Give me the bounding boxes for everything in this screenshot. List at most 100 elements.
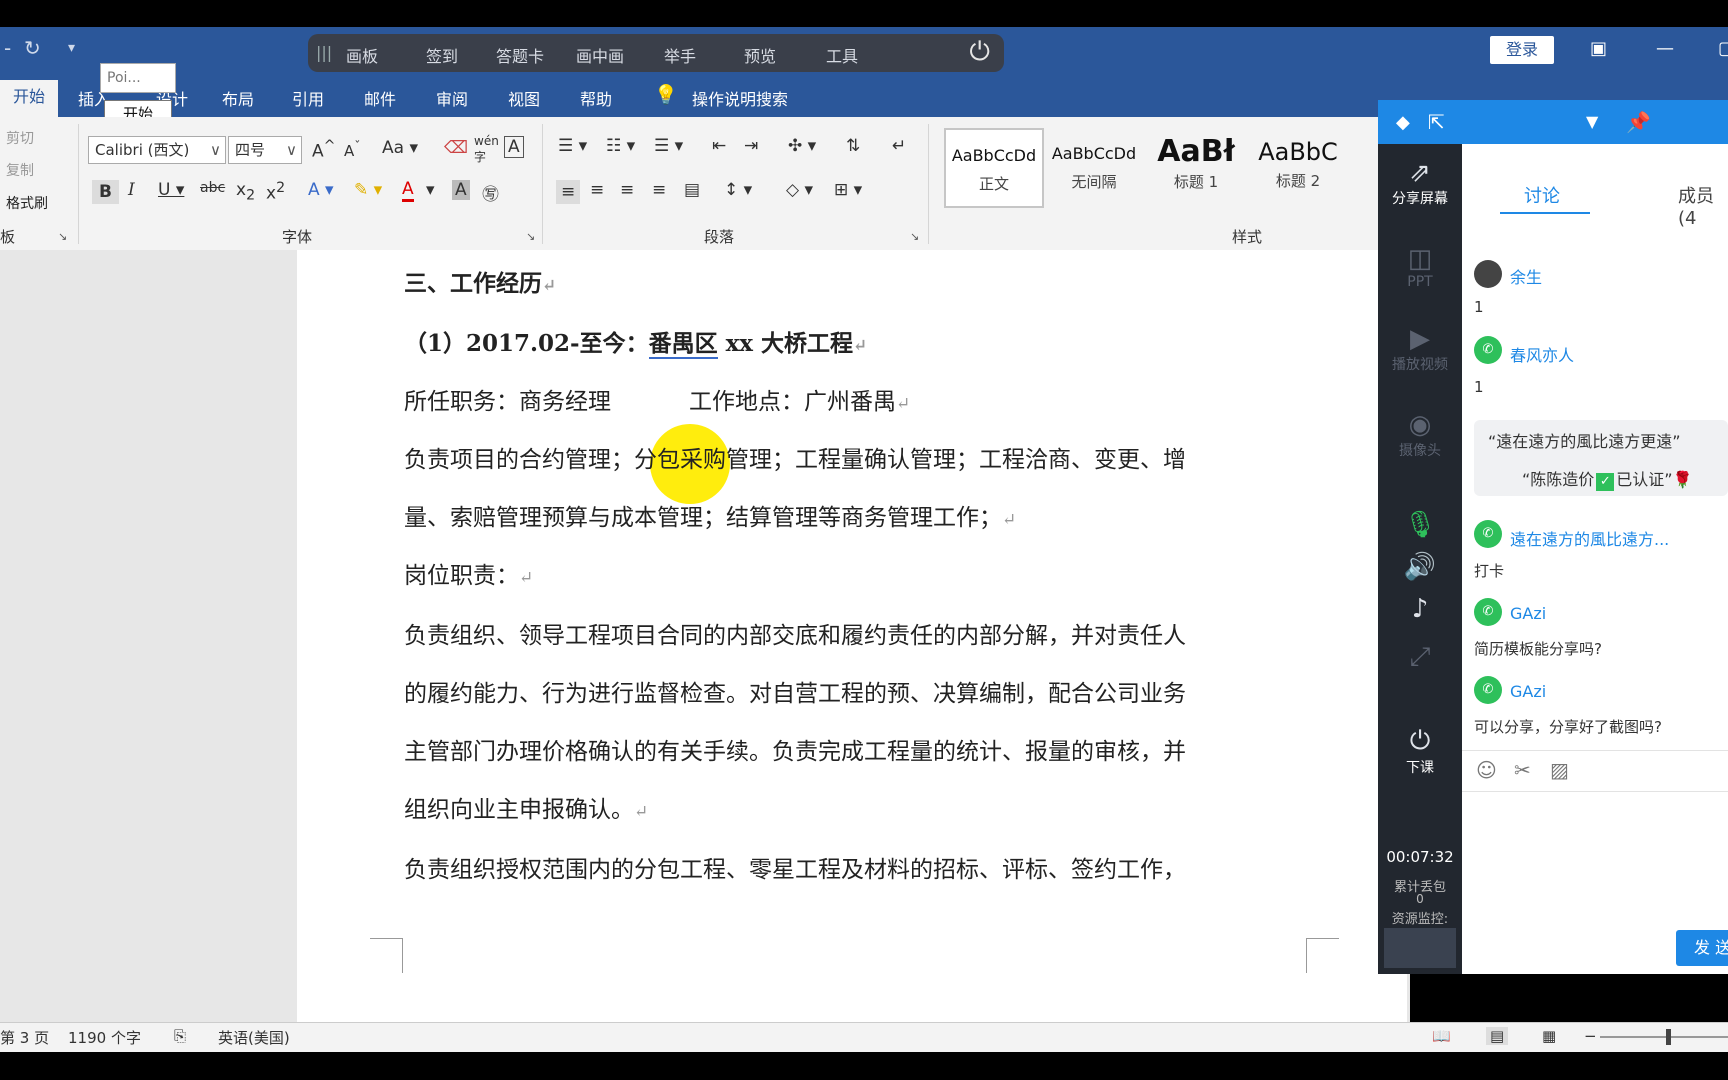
- tab-home[interactable]: 开始: [0, 80, 58, 117]
- share-screen-button[interactable]: ⇗ 分享屏幕: [1378, 158, 1462, 208]
- bold-icon[interactable]: B: [92, 180, 119, 204]
- chat-input[interactable]: [1462, 792, 1728, 922]
- style-no-spacing[interactable]: AaBbCcDd 无间隔: [1046, 128, 1142, 204]
- chinese-layout-icon[interactable]: ✣ ▾: [788, 136, 816, 156]
- justify-icon[interactable]: ≡: [652, 180, 666, 200]
- clear-formatting-icon[interactable]: ⌫: [444, 138, 468, 158]
- chat-sender[interactable]: 余生: [1510, 264, 1542, 288]
- scissors-icon[interactable]: ✂: [1514, 758, 1531, 782]
- line-spacing-icon[interactable]: ↕ ▾: [724, 180, 752, 200]
- text-effects-icon[interactable]: A ▾: [308, 180, 334, 200]
- emoji-icon[interactable]: ☺: [1476, 758, 1497, 782]
- phonetic-guide-icon[interactable]: wén 字: [474, 134, 499, 165]
- tool-drawing-board[interactable]: 画板: [346, 43, 378, 67]
- proofing-icon[interactable]: ⎘: [174, 1027, 186, 1045]
- bullets-icon[interactable]: ☰ ▾: [558, 136, 587, 156]
- fullscreen-button[interactable]: ⤢: [1378, 642, 1462, 673]
- tool-picture-in-picture[interactable]: 画中画: [576, 43, 624, 67]
- tab-help[interactable]: 帮助: [580, 86, 612, 110]
- tab-view[interactable]: 视图: [508, 86, 540, 110]
- print-layout-icon[interactable]: ▤: [1486, 1027, 1509, 1045]
- microphone-button[interactable]: 🎙: [1378, 510, 1462, 540]
- ppt-button[interactable]: ◫ PPT: [1378, 244, 1462, 290]
- chat-sender[interactable]: 遠在遠方的風比遠方...: [1510, 526, 1669, 550]
- align-center-icon[interactable]: ≡: [590, 180, 604, 200]
- shading-icon[interactable]: ◇ ▾: [786, 180, 813, 200]
- highlight-color-icon[interactable]: ✎ ▾: [354, 180, 382, 200]
- borders-icon[interactable]: ⊞ ▾: [834, 180, 862, 200]
- popout-icon[interactable]: ⇱: [1428, 110, 1445, 134]
- increase-indent-icon[interactable]: ⇥: [744, 136, 758, 156]
- chat-sender[interactable]: GAzi: [1510, 604, 1546, 623]
- italic-icon[interactable]: I: [128, 180, 135, 200]
- send-button[interactable]: 发 送: [1676, 930, 1728, 966]
- tab-members[interactable]: 成员(4: [1678, 182, 1728, 229]
- copy-button[interactable]: 复制: [6, 160, 34, 180]
- numbering-icon[interactable]: ☷ ▾: [606, 136, 635, 156]
- decrease-indent-icon[interactable]: ⇤: [712, 136, 726, 156]
- image-icon[interactable]: ▨: [1550, 758, 1569, 782]
- word-count[interactable]: 1190 个字: [68, 1027, 141, 1048]
- zoom-slider-thumb[interactable]: [1666, 1029, 1671, 1045]
- minus-icon[interactable]: -: [4, 36, 11, 60]
- strikethrough-icon[interactable]: abc: [200, 180, 225, 196]
- sort-icon[interactable]: ⇅: [846, 136, 860, 156]
- tab-layout[interactable]: 布局: [222, 86, 254, 110]
- cut-button[interactable]: 剪切: [6, 128, 34, 148]
- tool-preview[interactable]: 预览: [744, 43, 776, 67]
- web-layout-icon[interactable]: ▦: [1542, 1027, 1556, 1045]
- tool-tools[interactable]: 工具: [826, 43, 858, 67]
- font-color-dropdown-icon[interactable]: ▾: [426, 180, 435, 200]
- shrink-font-icon[interactable]: Aˇ: [344, 138, 361, 160]
- tab-review[interactable]: 审阅: [436, 86, 468, 110]
- align-right-icon[interactable]: ≡: [620, 180, 634, 200]
- pin-icon[interactable]: 📌: [1626, 110, 1651, 134]
- end-class-button[interactable]: ⏻ 下课: [1378, 726, 1462, 777]
- tab-mailings[interactable]: 邮件: [364, 86, 396, 110]
- character-shading-icon[interactable]: A: [452, 180, 470, 200]
- font-dialog-launcher-icon[interactable]: ↘: [526, 230, 535, 243]
- show-marks-icon[interactable]: ↵: [892, 136, 906, 156]
- tab-references[interactable]: 引用: [292, 86, 324, 110]
- enclose-characters-icon[interactable]: ㊢: [482, 180, 499, 205]
- multilevel-list-icon[interactable]: ☰ ▾: [654, 136, 683, 156]
- paragraph-dialog-launcher-icon[interactable]: ↘: [910, 230, 919, 243]
- play-video-button[interactable]: ▶ 播放视频: [1378, 324, 1462, 374]
- style-heading-1[interactable]: AaBł 标题 1: [1148, 128, 1244, 204]
- character-border-icon[interactable]: A: [504, 136, 524, 158]
- language-indicator[interactable]: 英语(美国): [218, 1027, 290, 1048]
- ribbon-display-icon[interactable]: ▣: [1590, 38, 1607, 59]
- change-case-button[interactable]: Aa ▾: [382, 138, 418, 158]
- dropdown-icon[interactable]: ▼: [1586, 112, 1598, 131]
- page-count[interactable]: 第 3 页: [0, 1027, 49, 1048]
- style-normal[interactable]: AaBbCcDd 正文: [944, 128, 1044, 208]
- zoom-slider[interactable]: [1600, 1036, 1728, 1038]
- grow-font-icon[interactable]: A^: [312, 138, 336, 162]
- zoom-out-icon[interactable]: −: [1584, 1027, 1597, 1045]
- align-left-icon[interactable]: ≡: [556, 180, 581, 204]
- distributed-icon[interactable]: ▤: [684, 180, 700, 200]
- power-icon[interactable]: ⏻: [969, 37, 990, 68]
- drag-handle-icon[interactable]: |||: [316, 43, 332, 62]
- tab-discussion[interactable]: 讨论: [1524, 182, 1560, 208]
- format-painter-button[interactable]: 格式刷: [6, 193, 48, 213]
- tool-raise-hand[interactable]: 举手: [664, 43, 696, 67]
- camera-button[interactable]: ◉ 摄像头: [1378, 410, 1462, 460]
- chat-sender[interactable]: 春风亦人: [1510, 342, 1574, 366]
- redo-icon[interactable]: ↻: [24, 36, 41, 60]
- tool-sign-in[interactable]: 签到: [426, 43, 458, 67]
- tell-me-search[interactable]: 操作说明搜索: [692, 86, 788, 110]
- subscript-icon[interactable]: x2: [236, 180, 255, 203]
- speaker-button[interactable]: 🔊: [1378, 552, 1462, 582]
- music-button[interactable]: ♪: [1378, 594, 1462, 624]
- login-button[interactable]: 登录: [1490, 36, 1554, 64]
- dialog-launcher-icon[interactable]: ↘: [58, 230, 67, 243]
- tool-answer-card[interactable]: 答题卡: [496, 43, 544, 67]
- font-name-select[interactable]: Calibri (西文) ∨: [88, 136, 226, 164]
- style-heading-2[interactable]: AaBbC 标题 2: [1250, 128, 1346, 204]
- font-size-select[interactable]: 四号 ∨: [228, 136, 302, 164]
- minimize-icon[interactable]: —: [1656, 38, 1674, 59]
- underline-icon[interactable]: U ▾: [158, 180, 184, 200]
- chat-sender[interactable]: GAzi: [1510, 682, 1546, 701]
- restore-icon[interactable]: ▢: [1718, 38, 1728, 59]
